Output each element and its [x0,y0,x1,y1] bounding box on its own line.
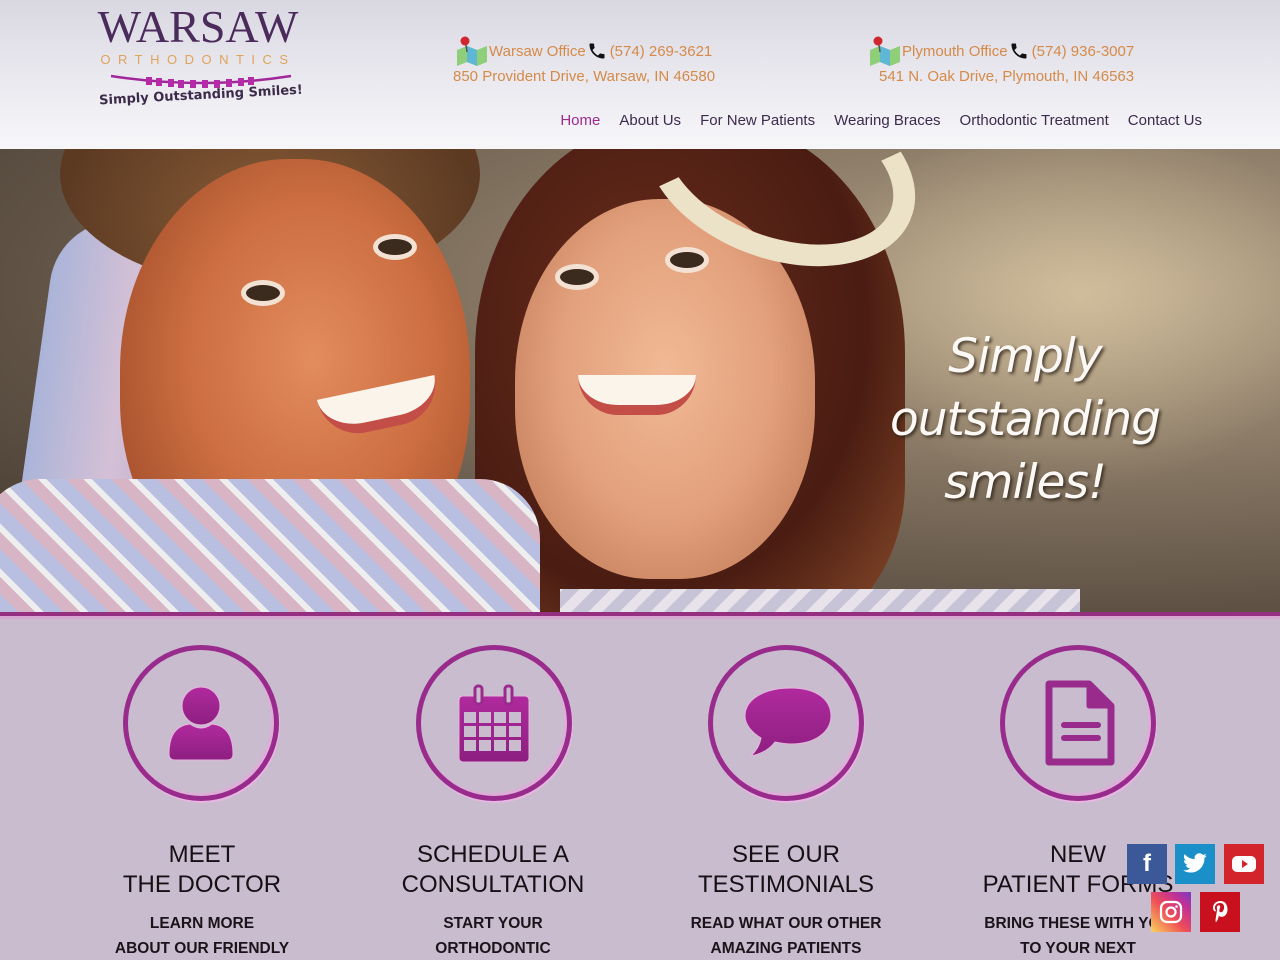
logo[interactable]: WARSAW ORTHODONTICS Simply Outstanding S… [76,4,320,122]
hero-photo-shirt [560,589,1080,613]
hero-tagline: Simply outstanding smiles! [880,325,1170,514]
nav-for-new-patients[interactable]: For New Patients [700,112,815,129]
facebook-icon: f [1143,850,1151,877]
hero-photo-shirt [0,479,540,613]
office-name[interactable]: Warsaw Office [489,43,586,60]
feature-description: START YOUR ORTHODONTIC [348,911,638,960]
nav-orthodontic-treatment[interactable]: Orthodontic Treatment [960,112,1109,129]
hero-photo-eye [378,239,412,255]
feature-title-line: SEE OUR [731,841,841,868]
feature-title-line: MEET [168,841,236,868]
site-header: WARSAW ORTHODONTICS Simply Outstanding S… [0,0,1280,149]
map-pin-icon [455,36,489,66]
logo-name: WARSAW [97,1,299,52]
feature-description: LEARN MORE ABOUT OUR FRIENDLY [57,911,347,960]
feature-title-line: CONSULTATION [401,871,585,898]
pinterest-button[interactable] [1200,892,1240,932]
hero-tagline-line: Simply [948,329,1102,384]
facebook-button[interactable]: f [1127,844,1167,884]
hero-tagline-line: smiles! [944,455,1107,510]
user-icon[interactable] [123,645,279,801]
hero-photo-eye [246,285,280,301]
feature-desc-line: START YOUR [443,915,543,932]
feature-desc-line: LEARN MORE [149,915,255,932]
feature-desc-line: TO YOUR NEXT [1020,940,1136,957]
twitter-button[interactable] [1175,844,1215,884]
map-pin-icon [868,36,902,66]
feature-desc-line: AMAZING PATIENTS [710,940,862,957]
youtube-icon [1232,856,1256,872]
speech-bubble-icon[interactable] [708,645,864,801]
office-phone[interactable]: (574) 936-3007 [1032,43,1135,60]
feature-title-line: TESTIMONIALS [697,871,875,898]
phone-icon [586,41,608,61]
feature-title[interactable]: SEE OUR TESTIMONIALS [641,840,931,900]
office-address: 541 N. Oak Drive, Plymouth, IN 46563 [879,68,1135,85]
feature-title[interactable]: MEET THE DOCTOR [57,840,347,900]
feature-desc-line: ABOUT OUR FRIENDLY [114,940,290,957]
phone-icon [1008,41,1030,61]
feature-desc-line: READ WHAT OUR OTHER [690,915,882,932]
hero-divider-highlight [0,616,1280,619]
nav-home[interactable]: Home [560,112,600,129]
office-plymouth: Plymouth Office (574) 936-3007 541 N. Oa… [868,36,1135,85]
feature-title[interactable]: SCHEDULE A CONSULTATION [348,840,638,900]
youtube-button[interactable] [1224,844,1264,884]
feature-title-line: SCHEDULE A [416,841,570,868]
nav-contact-us[interactable]: Contact Us [1128,112,1202,129]
main-nav: Home About Us For New Patients Wearing B… [541,112,1202,129]
office-address: 850 Provident Drive, Warsaw, IN 46580 [453,68,716,85]
office-warsaw: Warsaw Office (574) 269-3621 850 Provide… [453,36,716,85]
office-name[interactable]: Plymouth Office [902,43,1008,60]
hero-tagline-line: outstanding [890,392,1161,447]
feature-description: READ WHAT OUR OTHER AMAZING PATIENTS [641,911,931,960]
instagram-icon [1159,900,1183,924]
hero-banner: Simply outstanding smiles! [0,149,1280,613]
logo-subtitle: ORTHODONTICS [100,52,296,67]
nav-about-us[interactable]: About Us [619,112,681,129]
document-icon[interactable] [1000,645,1156,801]
instagram-button[interactable] [1151,892,1191,932]
hero-photo-eye [670,252,704,268]
twitter-icon [1183,853,1207,873]
calendar-icon[interactable] [416,645,572,801]
office-phone[interactable]: (574) 269-3621 [610,43,713,60]
pinterest-icon [1213,901,1228,923]
feature-desc-line: ORTHODONTIC [435,940,551,957]
hero-photo-eye [560,269,594,285]
nav-wearing-braces[interactable]: Wearing Braces [834,112,940,129]
feature-title-line: THE DOCTOR [122,871,282,898]
